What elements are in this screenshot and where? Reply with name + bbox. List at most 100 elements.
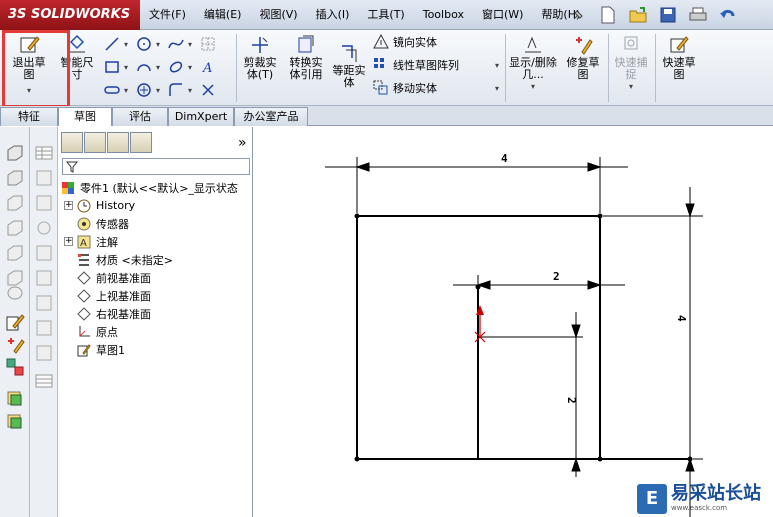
move-dropdown-icon[interactable]: ▾	[495, 84, 503, 93]
mirror-entities-button[interactable]: 镜向实体	[373, 34, 437, 50]
loft-boss-icon[interactable]	[5, 218, 25, 238]
fillet-feature-icon[interactable]	[34, 168, 54, 188]
repair-sketch-button[interactable]: 修复草图	[560, 32, 606, 104]
line-icon[interactable]	[102, 34, 122, 54]
revolve-boss-icon[interactable]	[5, 168, 25, 188]
shell-feature-icon[interactable]	[34, 268, 54, 288]
expand-history-icon[interactable]: +	[64, 201, 73, 210]
rectangle-icon[interactable]	[102, 57, 122, 77]
wrap-feature-icon[interactable]	[34, 343, 54, 363]
menu-insert[interactable]: 插入(I)	[307, 0, 359, 30]
tree-item-top-plane[interactable]: 上视基准面	[76, 287, 151, 304]
ellipse-icon[interactable]	[166, 57, 186, 77]
tab-evaluate[interactable]: 评估	[112, 107, 168, 126]
sketch-relations-icon[interactable]	[5, 357, 25, 377]
rapid-sketch-button[interactable]: 快速草图	[656, 32, 702, 104]
point-icon[interactable]	[198, 80, 218, 100]
solidworks-logo[interactable]: 3S SOLIDWORKS	[0, 0, 140, 30]
corner-point[interactable]	[354, 213, 360, 219]
convert-entities-button[interactable]: 转换实体引用	[283, 32, 329, 104]
dimension-right[interactable]	[603, 187, 703, 517]
move-entities-button[interactable]: 移动实体	[373, 80, 437, 96]
sketch-origin-icon[interactable]	[474, 305, 486, 343]
text-a-icon[interactable]: A	[198, 57, 218, 77]
menu-edit[interactable]: 编辑(E)	[195, 0, 251, 30]
circle-icon[interactable]	[134, 34, 154, 54]
linear-sketch-pattern-button[interactable]: 线性草图阵列	[373, 57, 459, 73]
menu-view[interactable]: 视图(V)	[250, 0, 306, 30]
tab-dimxpert[interactable]: DimXpert	[168, 107, 234, 126]
dome-feature-icon[interactable]	[34, 318, 54, 338]
tree-item-history[interactable]: + History	[64, 197, 135, 214]
tab-sketch[interactable]: 草图	[58, 107, 112, 126]
smart-dimension-button[interactable]: 智能尺寸	[52, 32, 102, 104]
pin-icon[interactable]	[565, 3, 591, 27]
hole-feature-icon[interactable]	[34, 371, 54, 391]
extrude-boss-icon[interactable]	[5, 143, 25, 163]
slot-dropdown-icon[interactable]: ▾	[124, 86, 132, 95]
rectangle-dropdown-icon[interactable]: ▾	[124, 63, 132, 72]
property-manager-tab-icon[interactable]	[84, 132, 106, 153]
tree-item-sensors[interactable]: 传感器	[76, 215, 129, 232]
quick-snaps-button[interactable]: 快速捕捉 ▾	[609, 32, 653, 104]
sketch-drawing[interactable]: 4 4 2 2	[253, 127, 773, 517]
ellipse-dropdown-icon[interactable]: ▾	[188, 63, 196, 72]
menu-file[interactable]: 文件(F)	[140, 0, 195, 30]
circle-dropdown-icon[interactable]: ▾	[156, 40, 164, 49]
pattern-dropdown-icon[interactable]: ▾	[495, 61, 503, 70]
feature-tree-tab-icon[interactable]	[61, 132, 83, 153]
tree-item-right-plane[interactable]: 右视基准面	[76, 305, 151, 322]
chamfer-feature-icon[interactable]	[34, 193, 54, 213]
display-delete-relations-button[interactable]: 显示/删除几... ▾	[507, 32, 559, 104]
draft-feature-icon[interactable]	[34, 293, 54, 313]
more-tabs-chevron-icon[interactable]: »	[238, 135, 247, 151]
spline-dropdown-icon[interactable]: ▾	[188, 40, 196, 49]
open-folder-icon[interactable]	[625, 3, 651, 27]
dimension-top-label[interactable]: 4	[501, 152, 508, 165]
pattern-feature-icon[interactable]	[34, 218, 54, 238]
trim-entities-button[interactable]: 剪裁实体(T)	[237, 32, 283, 104]
menu-toolbox[interactable]: Toolbox	[414, 0, 473, 30]
tab-office-products[interactable]: 办公室产品	[234, 107, 308, 126]
tree-item-origin[interactable]: 原点	[76, 323, 118, 340]
arc-dropdown-icon[interactable]: ▾	[156, 63, 164, 72]
corner-point[interactable]	[354, 456, 360, 462]
feature-tree-filter[interactable]	[62, 158, 250, 175]
print-icon[interactable]	[685, 3, 711, 27]
dimension-inner-left-label[interactable]: 2	[565, 397, 578, 404]
undo-icon[interactable]	[715, 3, 741, 27]
table-icon[interactable]	[34, 143, 54, 163]
expand-annotations-icon[interactable]: +	[64, 237, 73, 246]
dimension-right-label[interactable]: 4	[675, 315, 688, 322]
arc-icon[interactable]	[134, 57, 154, 77]
menu-tools[interactable]: 工具(T)	[358, 0, 413, 30]
save-icon[interactable]	[655, 3, 681, 27]
polygon-icon[interactable]	[134, 80, 154, 100]
dimension-top[interactable]	[325, 157, 628, 213]
tree-item-material[interactable]: 材质 <未指定>	[76, 251, 173, 268]
polygon-dropdown-icon[interactable]: ▾	[156, 86, 164, 95]
layer-green-icon[interactable]	[5, 389, 25, 409]
grid-icon[interactable]	[198, 34, 218, 54]
exit-sketch-dropdown-icon[interactable]: ▾	[25, 85, 33, 97]
tree-root-part[interactable]: 零件1 (默认<<默认>_显示状态	[60, 179, 238, 196]
exit-sketch-button[interactable]: 退出草图 ▾	[4, 32, 54, 104]
tree-item-front-plane[interactable]: 前视基准面	[76, 269, 151, 286]
boundary-boss-icon[interactable]	[5, 243, 25, 263]
spline-icon[interactable]	[166, 34, 186, 54]
relations-dropdown-icon[interactable]: ▾	[529, 81, 537, 93]
line-dropdown-icon[interactable]: ▾	[124, 40, 132, 49]
tree-item-annotations[interactable]: + A 注解	[64, 233, 118, 250]
menu-window[interactable]: 窗口(W)	[473, 0, 532, 30]
display-manager-tab-icon[interactable]	[130, 132, 152, 153]
rib-feature-icon[interactable]	[34, 243, 54, 263]
sketch-pencil-icon[interactable]	[5, 313, 25, 333]
layer-green-2-icon[interactable]	[5, 412, 25, 432]
revolve-cut-icon[interactable]	[5, 283, 25, 303]
fillet-icon[interactable]	[166, 80, 186, 100]
sweep-boss-icon[interactable]	[5, 193, 25, 213]
inner-lines[interactable]	[477, 287, 690, 460]
tree-item-sketch1[interactable]: 草图1	[76, 341, 125, 358]
slot-icon[interactable]	[102, 80, 122, 100]
dimension-inner-top-label[interactable]: 2	[553, 270, 560, 283]
